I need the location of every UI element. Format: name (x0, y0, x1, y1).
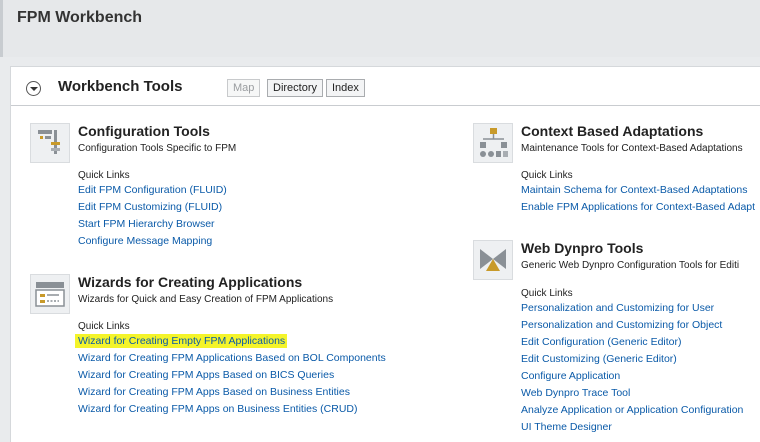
list-item: Enable FPM Applications for Context-Base… (521, 199, 755, 216)
list-item: Edit Customizing (Generic Editor) (521, 351, 743, 368)
link-hierarchy-browser[interactable]: Start FPM Hierarchy Browser (78, 218, 215, 230)
link-wizard-empty-fpm[interactable]: Wizard for Creating Empty FPM Applicatio… (75, 334, 288, 348)
tool-description: Generic Web Dynpro Configuration Tools f… (521, 260, 740, 271)
tool-title: Context Based Adaptations (521, 123, 704, 139)
link-configure-application[interactable]: Configure Application (521, 370, 620, 382)
tab-map: Map (227, 79, 261, 97)
link-wizard-bol[interactable]: Wizard for Creating FPM Applications Bas… (78, 352, 386, 364)
panel-title: Workbench Tools (58, 78, 183, 95)
tool-title: Web Dynpro Tools (521, 240, 644, 256)
header-divider (11, 105, 760, 106)
configuration-tools-icon (30, 123, 70, 163)
tool-title: Configuration Tools (78, 123, 210, 139)
collapse-toggle-icon[interactable] (26, 81, 41, 96)
list-item: Web Dynpro Trace Tool (521, 385, 743, 402)
quick-links-list: Maintain Schema for Context-Based Adapta… (521, 182, 755, 216)
quick-links-list: Wizard for Creating Empty FPM Applicatio… (75, 333, 386, 418)
link-edit-fpm-configuration[interactable]: Edit FPM Configuration (FLUID) (78, 184, 227, 196)
list-item: Maintain Schema for Context-Based Adapta… (521, 182, 755, 199)
list-item: Edit Configuration (Generic Editor) (521, 334, 743, 351)
link-wizard-crud[interactable]: Wizard for Creating FPM Apps on Business… (78, 403, 358, 415)
list-item: Wizard for Creating FPM Apps on Business… (78, 401, 386, 418)
tool-description: Configuration Tools Specific to FPM (78, 143, 237, 154)
link-message-mapping[interactable]: Configure Message Mapping (78, 235, 212, 247)
link-personalization-user[interactable]: Personalization and Customizing for User (521, 302, 714, 314)
link-edit-customizing[interactable]: Edit Customizing (Generic Editor) (521, 353, 677, 365)
quick-links-list: Edit FPM Configuration (FLUID) Edit FPM … (78, 182, 227, 250)
wizard-icon (30, 274, 70, 314)
quick-links-label: Quick Links (521, 170, 573, 181)
link-ui-theme-designer[interactable]: UI Theme Designer (521, 421, 612, 433)
list-item: Wizard for Creating FPM Apps Based on Bu… (78, 384, 386, 401)
link-maintain-schema[interactable]: Maintain Schema for Context-Based Adapta… (521, 184, 747, 196)
list-item: Edit FPM Configuration (FLUID) (78, 182, 227, 199)
quick-links-label: Quick Links (78, 170, 130, 181)
tab-index[interactable]: Index (326, 79, 365, 97)
quick-links-label: Quick Links (521, 288, 573, 299)
list-item: Analyze Application or Application Confi… (521, 402, 743, 419)
tool-description: Maintenance Tools for Context-Based Adap… (521, 143, 743, 154)
list-item: Start FPM Hierarchy Browser (78, 216, 227, 233)
context-adaptation-icon (473, 123, 513, 163)
quick-links-label: Quick Links (78, 321, 130, 332)
panel-header: Workbench Tools Map Directory Index (11, 67, 760, 105)
link-edit-fpm-customizing[interactable]: Edit FPM Customizing (FLUID) (78, 201, 222, 213)
link-wizard-business-entities[interactable]: Wizard for Creating FPM Apps Based on Bu… (78, 386, 350, 398)
list-item: Configure Application (521, 368, 743, 385)
web-dynpro-icon (473, 240, 513, 280)
list-item: Wizard for Creating FPM Applications Bas… (78, 350, 386, 367)
tool-title: Wizards for Creating Applications (78, 274, 303, 290)
link-personalization-object[interactable]: Personalization and Customizing for Obje… (521, 319, 722, 331)
link-enable-fpm-cba[interactable]: Enable FPM Applications for Context-Base… (521, 201, 755, 213)
list-item: Wizard for Creating FPM Apps Based on BI… (78, 367, 386, 384)
link-analyze-application[interactable]: Analyze Application or Application Confi… (521, 404, 743, 416)
list-item: Wizard for Creating Empty FPM Applicatio… (75, 333, 386, 350)
link-trace-tool[interactable]: Web Dynpro Trace Tool (521, 387, 630, 399)
list-item: UI Theme Designer (521, 419, 743, 436)
title-bar: FPM Workbench (0, 0, 760, 57)
list-item: Personalization and Customizing for Obje… (521, 317, 743, 334)
list-item: Configure Message Mapping (78, 233, 227, 250)
workbench-tools-panel: Workbench Tools Map Directory Index Conf… (10, 66, 760, 442)
tool-description: Wizards for Quick and Easy Creation of F… (78, 294, 334, 305)
list-item: Personalization and Customizing for User (521, 300, 743, 317)
tab-directory[interactable]: Directory (267, 79, 324, 97)
link-wizard-bics[interactable]: Wizard for Creating FPM Apps Based on BI… (78, 369, 334, 381)
quick-links-list: Personalization and Customizing for User… (521, 300, 743, 436)
list-item: Edit FPM Customizing (FLUID) (78, 199, 227, 216)
app-title: FPM Workbench (17, 9, 143, 26)
link-edit-configuration[interactable]: Edit Configuration (Generic Editor) (521, 336, 682, 348)
